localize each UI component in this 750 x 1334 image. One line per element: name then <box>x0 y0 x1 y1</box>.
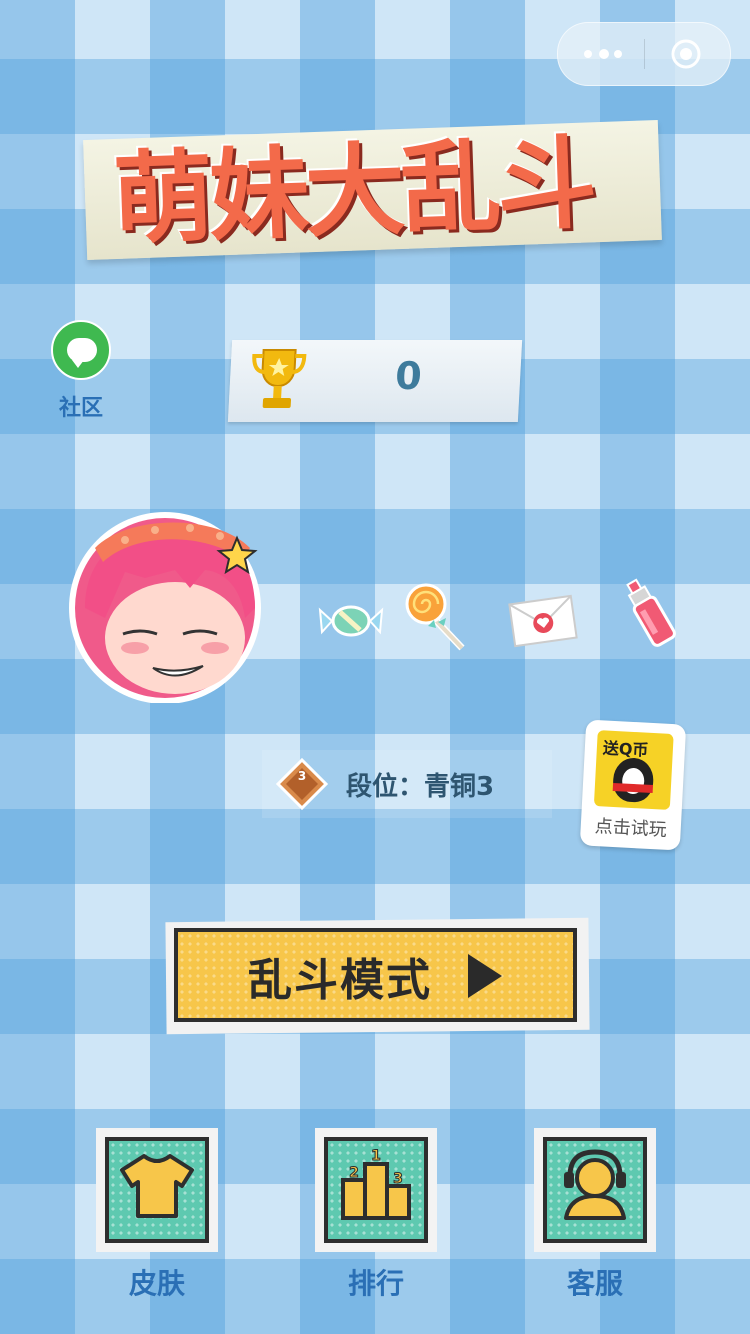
promo-cta-text: 点击试玩 <box>594 816 668 841</box>
promo-badge-text: 送Q币 <box>602 738 649 760</box>
qq-penguin-icon: 送Q币 <box>593 730 674 810</box>
game-title: 萌妹大乱斗 <box>111 124 595 259</box>
bronze-rank-badge-icon: 3 <box>276 758 328 810</box>
podium-second-number: 2 <box>349 1165 359 1181</box>
ranking-button[interactable]: 1 2 3 <box>315 1128 437 1252</box>
rank-panel: 3 段位：青铜3 <box>262 750 552 818</box>
podium-first-number: 1 <box>371 1148 381 1164</box>
rank-badge-number: 3 <box>298 769 306 783</box>
rank-text: 段位：青铜3 <box>346 772 495 802</box>
promo-ad-card[interactable]: 送Q币 点击试玩 <box>579 719 687 851</box>
support-agent-icon <box>564 1149 626 1220</box>
more-dots-icon[interactable] <box>584 45 624 63</box>
capsule-divider <box>644 39 645 69</box>
ranking-label: 排行 <box>347 1267 404 1300</box>
trophy-score-panel: 0 <box>227 340 523 422</box>
brawl-mode-button[interactable]: 乱斗模式 <box>165 917 590 1035</box>
candy-icon <box>318 605 384 637</box>
customer-service-button[interactable] <box>534 1128 656 1252</box>
lollipop-icon <box>405 583 465 651</box>
love-letter-icon <box>508 594 578 648</box>
character-avatar[interactable] <box>65 508 270 703</box>
podium-third-number: 3 <box>393 1171 403 1187</box>
game-title-logo: 萌妹大乱斗 <box>83 120 670 270</box>
perfume-bottle-icon <box>626 578 676 647</box>
trophy-score-value: 0 <box>394 354 423 398</box>
community-label: 社区 <box>58 396 103 421</box>
podium-icon: 1 2 3 <box>341 1148 411 1220</box>
brawl-mode-label: 乱斗模式 <box>248 955 432 1006</box>
play-triangle-icon <box>468 954 502 998</box>
trophy-icon <box>252 349 307 408</box>
mini-program-capsule <box>557 22 731 86</box>
customer-service-label: 客服 <box>566 1267 623 1300</box>
tshirt-icon <box>120 1154 194 1218</box>
skin-label: 皮肤 <box>128 1267 185 1300</box>
target-circle-icon[interactable] <box>670 38 702 70</box>
skin-button[interactable] <box>96 1128 218 1252</box>
chat-bubble-icon <box>51 320 111 380</box>
community-button[interactable]: 社区 <box>50 320 112 421</box>
